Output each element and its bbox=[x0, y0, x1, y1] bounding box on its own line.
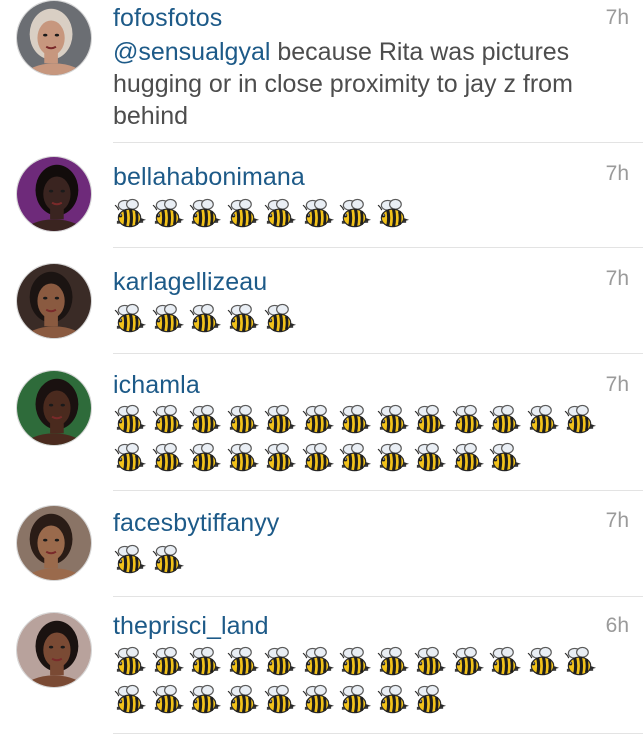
bee-icon bbox=[114, 684, 147, 714]
bee-icon bbox=[152, 404, 184, 434]
avatar[interactable] bbox=[16, 505, 92, 581]
bee-icon bbox=[414, 442, 447, 472]
bee-icon bbox=[302, 646, 334, 676]
bee-icon bbox=[452, 404, 484, 434]
avatar-image bbox=[17, 371, 91, 445]
comment-item: karlagellizeau 7h bbox=[0, 248, 643, 354]
bee-icon bbox=[152, 646, 184, 676]
bee-icon bbox=[489, 404, 522, 434]
bee-icon bbox=[264, 684, 297, 714]
bee-icon bbox=[302, 442, 334, 472]
bee-icon bbox=[264, 303, 297, 333]
bee-icon bbox=[302, 198, 334, 228]
comment-timestamp: 7h bbox=[605, 267, 629, 290]
bee-icon bbox=[189, 404, 222, 434]
comment-username[interactable]: karlagellizeau bbox=[113, 268, 267, 297]
bee-icon bbox=[564, 404, 597, 434]
bee-icon bbox=[152, 198, 184, 228]
comment-item: bellahabonimana 7h bbox=[0, 143, 643, 248]
comment-timestamp: 7h bbox=[605, 162, 629, 185]
bee-icon bbox=[527, 646, 559, 676]
bee-icon bbox=[377, 198, 409, 228]
bee-icon bbox=[114, 544, 147, 574]
bee-icon bbox=[227, 684, 259, 714]
bee-emoji-row bbox=[113, 196, 623, 234]
avatar[interactable] bbox=[16, 156, 92, 232]
comment-item: facesbytiffanyy 7h bbox=[0, 491, 643, 597]
comment-text: @sensualgyal because Rita was pictures h… bbox=[113, 36, 618, 132]
avatar-image bbox=[17, 506, 91, 580]
comment-username[interactable]: fofosfotos bbox=[113, 4, 222, 33]
bee-icon bbox=[377, 646, 409, 676]
avatar[interactable] bbox=[16, 370, 92, 446]
avatar[interactable] bbox=[16, 0, 92, 76]
bee-icon bbox=[189, 646, 222, 676]
bee-icon bbox=[227, 442, 259, 472]
comment-username[interactable]: theprisci_land bbox=[113, 612, 269, 641]
bee-icon bbox=[489, 442, 522, 472]
avatar[interactable] bbox=[16, 612, 92, 688]
bee-icon bbox=[189, 442, 222, 472]
comment-username[interactable]: facesbytiffanyy bbox=[113, 509, 279, 538]
bee-icon bbox=[414, 404, 447, 434]
avatar[interactable] bbox=[16, 263, 92, 339]
avatar-image bbox=[17, 264, 91, 338]
bee-icon bbox=[489, 646, 522, 676]
comment-timestamp: 7h bbox=[605, 6, 629, 29]
comment-username[interactable]: bellahabonimana bbox=[113, 163, 305, 192]
bee-icon bbox=[452, 646, 484, 676]
bee-icon bbox=[414, 684, 447, 714]
bee-icon bbox=[152, 442, 184, 472]
bee-icon bbox=[339, 646, 372, 676]
bee-emoji-row bbox=[113, 301, 623, 339]
bee-icon bbox=[264, 646, 297, 676]
bee-icon bbox=[264, 198, 297, 228]
bee-icon bbox=[227, 303, 259, 333]
bee-icon bbox=[114, 198, 147, 228]
bee-icon bbox=[227, 198, 259, 228]
comment-timestamp: 7h bbox=[605, 509, 629, 532]
divider bbox=[113, 733, 643, 734]
bee-icon bbox=[377, 442, 409, 472]
bee-icon bbox=[227, 646, 259, 676]
bee-icon bbox=[189, 684, 222, 714]
bee-icon bbox=[189, 303, 222, 333]
bee-emoji-row bbox=[113, 644, 623, 720]
comment-username[interactable]: ichamla bbox=[113, 371, 200, 400]
bee-icon bbox=[114, 303, 147, 333]
bee-icon bbox=[339, 198, 372, 228]
bee-emoji-row bbox=[113, 402, 623, 478]
comment-item: fofosfotos 7h @sensualgyal because Rita … bbox=[0, 0, 643, 143]
bee-icon bbox=[264, 404, 297, 434]
bee-icon bbox=[152, 684, 184, 714]
bee-icon bbox=[189, 198, 222, 228]
bee-icon bbox=[452, 442, 484, 472]
bee-icon bbox=[339, 404, 372, 434]
bee-icon bbox=[564, 646, 597, 676]
mention-link[interactable]: @sensualgyal bbox=[113, 38, 270, 66]
bee-emoji-row bbox=[113, 542, 623, 580]
bee-icon bbox=[377, 404, 409, 434]
bee-icon bbox=[339, 442, 372, 472]
bee-icon bbox=[264, 442, 297, 472]
bee-icon bbox=[114, 404, 147, 434]
avatar-image bbox=[17, 1, 91, 75]
bee-icon bbox=[302, 404, 334, 434]
bee-icon bbox=[527, 404, 559, 434]
bee-icon bbox=[414, 646, 447, 676]
comment-timestamp: 6h bbox=[605, 614, 629, 637]
bee-icon bbox=[114, 442, 147, 472]
bee-icon bbox=[152, 303, 184, 333]
bee-icon bbox=[339, 684, 372, 714]
bee-icon bbox=[152, 544, 184, 574]
avatar-image bbox=[17, 613, 91, 687]
bee-icon bbox=[114, 646, 147, 676]
avatar-image bbox=[17, 157, 91, 231]
bee-icon bbox=[377, 684, 409, 714]
bee-icon bbox=[302, 684, 334, 714]
comment-item: theprisci_land 6h bbox=[0, 597, 643, 740]
comment-timestamp: 7h bbox=[605, 373, 629, 396]
bee-icon bbox=[227, 404, 259, 434]
comment-item: ichamla 7h bbox=[0, 354, 643, 491]
